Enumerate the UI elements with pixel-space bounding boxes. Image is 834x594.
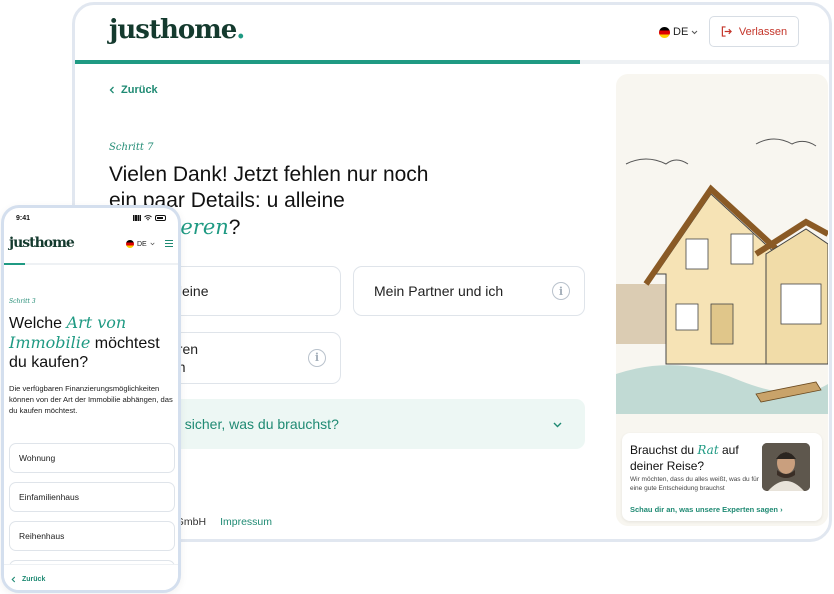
progress-bar [75, 60, 829, 64]
wifi-icon [144, 215, 152, 221]
imprint-link[interactable]: Impressum [220, 516, 272, 528]
advisor-card[interactable]: Brauchst du Rat auf deiner Reise? Wir mö… [622, 433, 822, 521]
german-flag-icon [126, 240, 134, 248]
house-illustration [616, 138, 828, 414]
status-time: 9:41 [16, 215, 31, 222]
step-label: Schritt 3 [9, 298, 36, 305]
header: justhome. DE Verlassen [75, 5, 829, 63]
info-icon[interactable]: i [552, 282, 570, 300]
logout-icon [721, 26, 732, 37]
footer: e GmbH Impressum [167, 516, 273, 528]
advisor-avatar [762, 443, 810, 491]
option-detached-house[interactable]: Einfamilienhaus [9, 482, 175, 512]
option-townhouse[interactable]: Reihenhaus [9, 521, 175, 551]
status-bar: 9:41 [4, 208, 178, 230]
phone-frame: 9:41 justhome DE Schritt 3 Welche Art vo… [1, 205, 181, 593]
progress-bar [4, 263, 178, 265]
chevron-left-icon [109, 86, 114, 94]
language-selector[interactable]: DE [659, 26, 698, 38]
description: Die verfügbaren Finanzierungsmöglichkeit… [9, 384, 173, 415]
advisor-title: Brauchst du Rat auf deiner Reise? [630, 443, 739, 473]
back-link[interactable]: Zurück [11, 576, 45, 583]
advisor-text: Wir möchten, dass du alles weißt, was du… [630, 476, 759, 492]
signal-icon [133, 215, 141, 221]
chevron-down-icon [553, 422, 562, 427]
option-apartment[interactable]: Wohnung [9, 443, 175, 473]
person-photo [762, 443, 810, 491]
back-link[interactable]: Zurück [109, 84, 158, 96]
language-label: DE [673, 26, 689, 38]
logo[interactable]: justhome. [109, 15, 245, 45]
battery-icon [155, 215, 166, 221]
step-label: Schritt 7 [109, 142, 154, 153]
page-title: Welche Art von Immobilie möchtest du kau… [9, 313, 160, 371]
menu-icon[interactable] [165, 240, 173, 247]
advisor-link[interactable]: Schau dir an, was unsere Experten sagen … [630, 505, 783, 514]
option-partner-and-me[interactable]: Mein Partner und ich i [353, 266, 585, 316]
logo[interactable]: justhome [9, 235, 75, 251]
tablet-frame: justhome. DE Verlassen Zurück Schritt 7 … [72, 2, 832, 542]
german-flag-icon [659, 26, 670, 38]
exit-label: Verlassen [738, 25, 788, 38]
illustration-panel: Brauchst du Rat auf deiner Reise? Wir mö… [616, 74, 828, 526]
exit-button[interactable]: Verlassen [709, 16, 799, 47]
progress-fill [4, 263, 25, 265]
info-icon[interactable]: i [308, 349, 326, 367]
language-selector[interactable]: DE [126, 240, 155, 248]
chevron-down-icon [150, 242, 155, 246]
chevron-down-icon [691, 30, 698, 34]
progress-fill [75, 60, 581, 64]
chevron-left-icon [11, 576, 16, 583]
